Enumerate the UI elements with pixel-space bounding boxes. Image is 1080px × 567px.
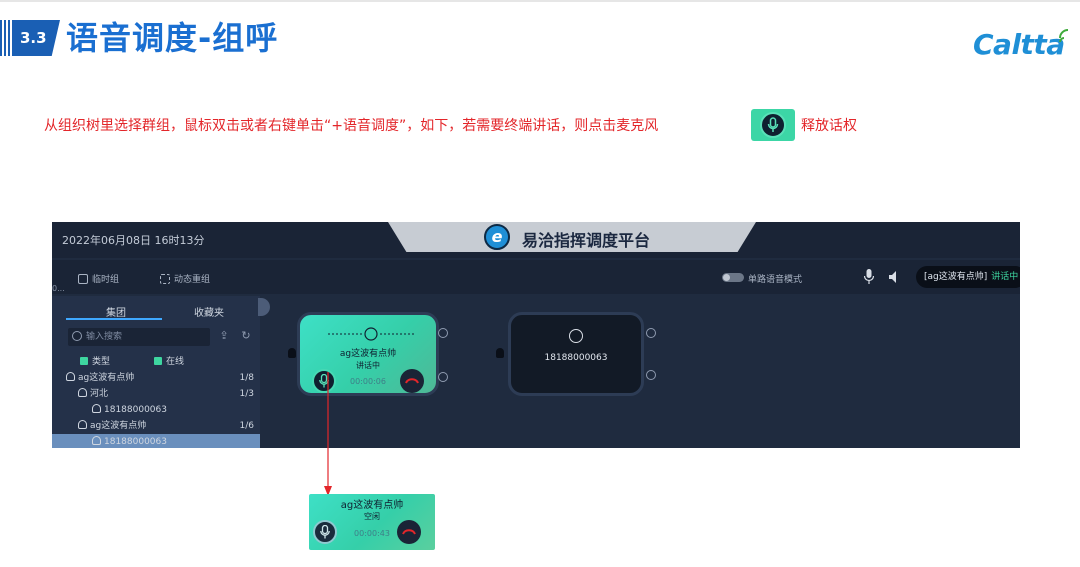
dynamic-regroup-icon bbox=[160, 273, 170, 284]
hangup-icon bbox=[402, 529, 416, 535]
drag-handle[interactable] bbox=[288, 348, 296, 358]
gear-icon[interactable] bbox=[438, 328, 448, 338]
dispatch-app-screenshot: 2022年06月08日 16时13分 e 易洽指挥调度平台 临时组 动态重组 单… bbox=[52, 222, 1020, 448]
tree-item-root-group[interactable]: ag这波有点帅 1/8 bbox=[52, 370, 260, 386]
microphone-button[interactable] bbox=[313, 520, 337, 544]
tree-item-label: ag这波有点帅 bbox=[90, 421, 147, 431]
group-icon bbox=[78, 388, 87, 397]
slide-title: 语音调度-组呼 bbox=[66, 19, 279, 57]
speaking-status: 讲话中 bbox=[991, 272, 1019, 282]
sidebar-collapse-handle[interactable] bbox=[258, 298, 270, 316]
filter-online[interactable]: 在线 bbox=[154, 354, 184, 367]
microphone-callout bbox=[751, 109, 795, 141]
section-stripes bbox=[0, 20, 14, 56]
refresh-icon[interactable]: ↻ bbox=[240, 330, 252, 342]
group-call-card-idle-example: ag这波有点帅 空闲 00:00:43 bbox=[309, 494, 435, 550]
speaking-status-pill[interactable]: [ag这波有点帅] 讲话中 bbox=[916, 266, 1020, 288]
microphone-icon bbox=[320, 525, 330, 539]
filter-online-label: 在线 bbox=[166, 357, 185, 367]
volume-icon[interactable] bbox=[438, 372, 448, 382]
share-icon[interactable]: ⇪ bbox=[218, 330, 230, 342]
dynamic-regroup-button[interactable]: 动态重组 bbox=[160, 272, 210, 285]
user-icon bbox=[569, 329, 583, 343]
volume-icon[interactable] bbox=[646, 370, 656, 380]
filter-type-label: 类型 bbox=[92, 357, 111, 367]
platform-title: 易洽指挥调度平台 bbox=[522, 231, 651, 250]
tab-group[interactable]: 集团 bbox=[106, 304, 126, 319]
filter-type[interactable]: 类型 bbox=[80, 354, 110, 367]
single-voice-mode-toggle[interactable] bbox=[722, 273, 744, 282]
user-icon bbox=[92, 404, 101, 413]
signal-dots-icon bbox=[328, 327, 414, 341]
tree-item-count: 1/3 bbox=[239, 389, 254, 399]
instruction-tail: 释放话权 bbox=[801, 118, 857, 134]
signal-waves-icon bbox=[1059, 29, 1069, 43]
single-voice-mode-label: 单路语音模式 bbox=[748, 275, 803, 285]
hangup-button[interactable] bbox=[400, 369, 424, 393]
tree-item-count: 1/8 bbox=[239, 373, 254, 383]
call-group-name: ag这波有点帅 bbox=[339, 349, 397, 359]
temp-group-label: 临时组 bbox=[92, 275, 120, 285]
popup-group-name: ag这波有点帅 bbox=[340, 500, 404, 511]
user-number: 18188000063 bbox=[544, 353, 608, 363]
hangup-button[interactable] bbox=[397, 520, 421, 544]
gear-icon[interactable] bbox=[646, 328, 656, 338]
top-divider bbox=[0, 0, 1080, 2]
tree-item-label: 河北 bbox=[90, 389, 109, 399]
dynamic-regroup-label: 动态重组 bbox=[174, 275, 211, 285]
tree-item-count: 1/6 bbox=[239, 421, 254, 431]
speaking-group: [ag这波有点帅] bbox=[924, 272, 988, 282]
tree-item-label: 18188000063 bbox=[104, 405, 167, 415]
tree-item-label: ag这波有点帅 bbox=[78, 373, 135, 383]
group-icon bbox=[78, 420, 87, 429]
drag-handle[interactable] bbox=[496, 348, 504, 358]
search-input[interactable] bbox=[86, 328, 206, 346]
online-checkbox[interactable] bbox=[154, 356, 162, 365]
type-checkbox[interactable] bbox=[80, 356, 88, 365]
tree-item-subgroup[interactable]: ag这波有点帅 1/6 bbox=[52, 418, 260, 434]
section-number-badge: 3.3 bbox=[14, 20, 60, 56]
platform-logo: e bbox=[484, 224, 510, 250]
collapsed-menu-indicator[interactable]: 0... bbox=[52, 284, 65, 293]
temp-group-icon bbox=[78, 273, 88, 284]
user-call-card[interactable]: 18188000063 bbox=[508, 312, 644, 396]
temp-group-button[interactable]: 临时组 bbox=[78, 272, 119, 285]
search-icon bbox=[72, 331, 82, 341]
tree-item-label: 18188000063 bbox=[104, 437, 167, 447]
tree-item-user[interactable]: 18188000063 bbox=[52, 402, 260, 418]
active-tab-indicator bbox=[66, 318, 162, 320]
speaker-icon[interactable] bbox=[888, 270, 902, 284]
hangup-icon bbox=[405, 378, 419, 384]
org-tree-sidebar: 集团 收藏夹 ⇪ ↻ 类型 在线 ag这波有点帅 1/8 河北 1/3 1818… bbox=[52, 296, 260, 448]
app-toolbar: 临时组 动态重组 单路语音模式 [ag这波有点帅] 讲话中 bbox=[52, 260, 1020, 294]
tree-item-hebei[interactable]: 河北 1/3 bbox=[52, 386, 260, 402]
microphone-icon[interactable] bbox=[864, 269, 874, 285]
brand-logo: Caltta bbox=[973, 28, 1065, 61]
callout-arrow bbox=[324, 372, 332, 496]
tree-item-user-selected[interactable]: 18188000063 bbox=[52, 434, 260, 448]
user-icon bbox=[92, 436, 101, 445]
instruction-text: 从组织树里选择群组，鼠标双击或者右键单击“+语音调度”，如下，若需要终端讲话，则… bbox=[44, 118, 659, 134]
datetime: 2022年06月08日 16时13分 bbox=[62, 234, 205, 247]
tab-favorites[interactable]: 收藏夹 bbox=[194, 304, 224, 319]
group-icon bbox=[66, 372, 75, 381]
search-box bbox=[68, 328, 210, 346]
microphone-icon bbox=[760, 112, 786, 138]
